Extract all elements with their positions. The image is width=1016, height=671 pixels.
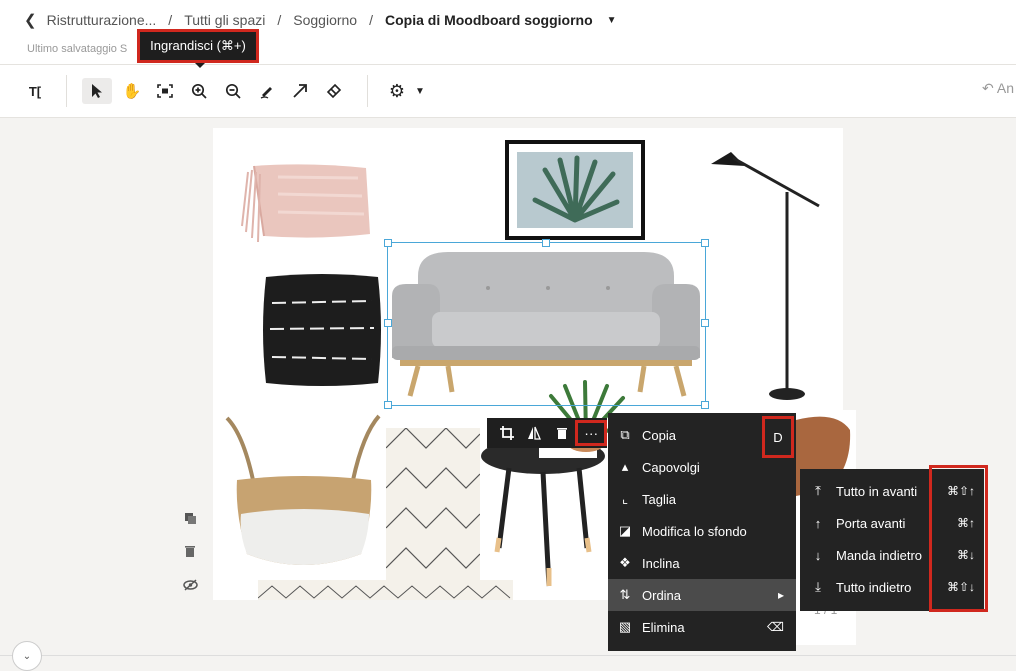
breadcrumb: ❮ Ristrutturazione... / Tutti gli spazi … [24, 11, 617, 29]
menu-item-inclina[interactable]: ❖ Inclina [608, 547, 796, 579]
resize-handle[interactable] [542, 239, 550, 247]
chevron-left-icon[interactable]: ❮ [24, 11, 37, 29]
menu-item-label: Capovolgi [642, 459, 700, 475]
page-title[interactable]: Copia di Moodboard soggiorno [385, 12, 593, 28]
flip-icon: ▴ [621, 459, 629, 474]
menu-item-ordina[interactable]: ⇅ Ordina ▸ [608, 579, 796, 611]
hand-icon[interactable]: ✋ [117, 78, 147, 104]
resize-handle[interactable] [384, 239, 392, 247]
resize-handle[interactable] [384, 401, 392, 409]
menu-item-label: Ordina [642, 587, 682, 603]
throw-blanket-image[interactable] [238, 162, 372, 250]
copy-icon[interactable] [180, 508, 200, 528]
resize-handle[interactable] [701, 401, 709, 409]
resize-handle[interactable] [701, 319, 709, 327]
menu-item-elimina[interactable]: ▧ Elimina ⌫ [608, 611, 796, 643]
crop-icon: ⌞ [621, 491, 629, 506]
gear-icon[interactable]: ⚙ [384, 78, 410, 104]
floor-lamp-image[interactable] [703, 144, 823, 402]
menu-item-label: Inclina [642, 555, 680, 571]
divider [0, 655, 1016, 656]
zoom-out-icon[interactable] [218, 78, 248, 104]
crop-icon[interactable] [493, 420, 520, 446]
basket-image[interactable] [223, 414, 383, 580]
trash-icon: ▧ [618, 619, 632, 634]
menu-item-label: Elimina [642, 619, 685, 635]
send-to-back-icon: ⤓ [815, 579, 821, 594]
zoom-in-icon[interactable] [184, 78, 214, 104]
shortcut: ⌘⇧↓ [946, 580, 975, 594]
trash-icon[interactable] [548, 420, 575, 446]
breadcrumb-item[interactable]: Tutti gli spazi [184, 12, 265, 28]
caret-down-icon[interactable]: ▼ [607, 15, 617, 26]
copy-shortcut: D [762, 416, 794, 458]
eraser-icon[interactable] [319, 78, 349, 104]
breadcrumb-separator: / [168, 12, 173, 28]
bring-forward-icon: ↑ [814, 515, 822, 531]
save-status: Ultimo salvataggio S [27, 43, 128, 55]
shortcut-highlight: ⌘⇧↑ ⌘↑ ⌘↓ ⌘⇧↓ [929, 465, 988, 612]
pillow-image[interactable] [260, 271, 384, 389]
divider [66, 75, 67, 107]
chevron-down-icon[interactable]: ⌄ [12, 641, 42, 671]
more-options-button[interactable]: ··· [575, 420, 607, 446]
undo-button[interactable]: ↶ An [982, 80, 1014, 97]
arrow-icon[interactable] [285, 78, 315, 104]
menu-item-modifica-sfondo[interactable]: ◪ Modifica lo sfondo [608, 515, 796, 547]
breadcrumb-item[interactable]: Soggiorno [293, 12, 357, 28]
shortcut: ⌘↓ [957, 548, 975, 562]
menu-item-label: Modifica lo sfondo [642, 523, 747, 539]
flip-icon[interactable] [520, 420, 547, 446]
trash-icon[interactable] [180, 541, 200, 561]
element-toolbar: ··· [487, 418, 607, 448]
shortcut: ⌘↑ [957, 516, 975, 530]
bring-to-front-icon: ⤒ [815, 483, 821, 498]
select-arrow-icon[interactable] [82, 78, 112, 104]
tilt-icon: ❖ [619, 555, 631, 570]
rug-edge [257, 580, 513, 600]
backspace-icon: ⌫ [767, 620, 784, 634]
caret-down-icon[interactable]: ▼ [410, 78, 430, 104]
text-tool-icon[interactable]: T[ [20, 78, 50, 104]
copy-icon: ⧉ [620, 427, 630, 442]
breadcrumb-separator: / [277, 12, 282, 28]
submenu-arrow-icon: ▸ [777, 588, 784, 602]
send-backward-icon: ↓ [814, 547, 822, 563]
zoom-in-tooltip: Ingrandisci (⌘+) [137, 29, 259, 68]
pen-icon[interactable] [252, 78, 282, 104]
divider [367, 75, 368, 107]
menu-item-taglia[interactable]: ⌞ Taglia [608, 483, 796, 515]
shortcut: ⌘⇧↑ [946, 484, 975, 498]
resize-handle[interactable] [701, 239, 709, 247]
selection-box[interactable] [384, 239, 709, 409]
breadcrumb-item[interactable]: Ristrutturazione... [47, 12, 157, 28]
hide-eye-icon[interactable] [180, 575, 200, 595]
resize-handle[interactable] [384, 319, 392, 327]
rug-image[interactable] [385, 427, 481, 600]
undo-label: An [996, 80, 1014, 96]
sort-icon: ⇅ [619, 587, 631, 602]
menu-item-label: Taglia [642, 491, 676, 507]
background-icon: ◪ [618, 523, 632, 538]
canvas-toolbar: T[ ✋ ⚙ ▼ ↶ An [0, 65, 1016, 118]
fit-screen-icon[interactable] [150, 78, 180, 104]
framed-art-image[interactable] [505, 140, 645, 240]
breadcrumb-separator: / [369, 12, 373, 28]
